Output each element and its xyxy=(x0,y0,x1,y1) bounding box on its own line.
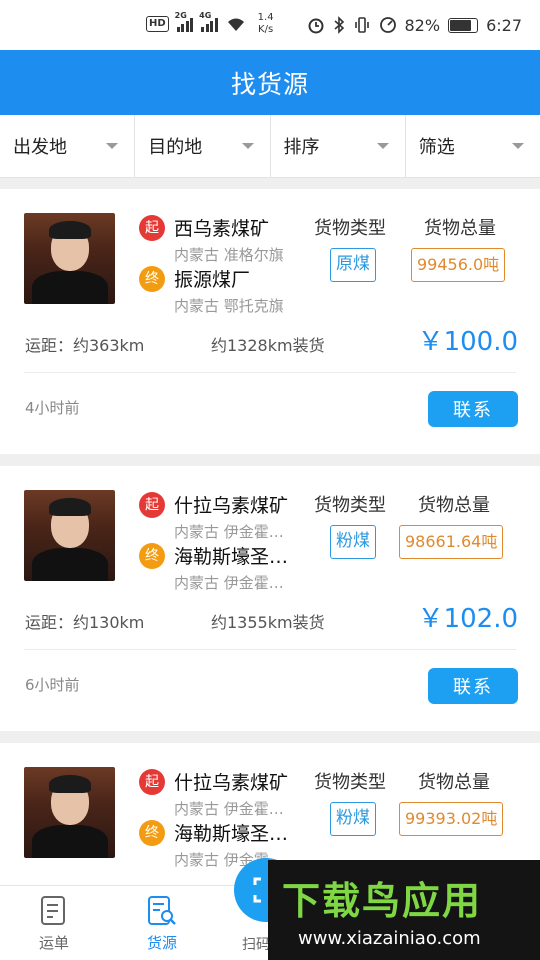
avatar xyxy=(24,213,115,304)
cargo-card[interactable]: 起 西乌素煤矿 内蒙古 准格尔旗 终 振源煤厂 内蒙古 鄂托克旗 货物类型 货物… xyxy=(0,189,540,454)
page-title: 找货源 xyxy=(230,69,309,99)
cargo-card[interactable]: 起 什拉乌素煤矿 内蒙古 伊金霍… 终 海勒斯壕圣… 内蒙古 伊金霍… 货物类型… xyxy=(0,466,540,731)
cargo-type-tag: 粉煤 xyxy=(330,802,376,836)
network-type-label: 2G xyxy=(174,11,187,20)
cargo-type-label: 货物类型 xyxy=(314,772,386,793)
origin-name: 什拉乌素煤矿 xyxy=(174,772,289,794)
waybill-icon xyxy=(41,896,65,925)
cargo-type-label: 货物类型 xyxy=(314,495,386,516)
cargo-type-label: 货物类型 xyxy=(314,218,386,239)
filter-bar: 出发地 目的地 排序 筛选 xyxy=(0,115,540,178)
post-time: 6小时前 xyxy=(25,676,80,694)
filter-destination[interactable]: 目的地 xyxy=(135,115,271,177)
origin-name: 西乌素煤矿 xyxy=(174,218,270,240)
dropdown-arrow-icon xyxy=(512,143,524,149)
nav-label: 货源 xyxy=(146,934,177,952)
dropdown-arrow-icon xyxy=(241,143,254,149)
destination-badge: 终 xyxy=(139,820,165,846)
destination-region: 内蒙古 伊金霍… xyxy=(174,574,284,592)
divider xyxy=(24,649,516,650)
hd-indicator: HD xyxy=(146,16,169,32)
vibrate-icon xyxy=(354,17,369,33)
price: ￥102.0 xyxy=(417,604,518,634)
destination-region: 内蒙古 鄂托克旗 xyxy=(174,297,284,315)
system-indicators: 82% 6:27 xyxy=(307,15,522,35)
cargo-weight-tag: 99456.0吨 xyxy=(411,248,506,282)
cargo-type-tag: 粉煤 xyxy=(330,525,376,559)
load-distance: 约1328km装货 xyxy=(211,336,325,355)
load-distance: 约1355km装货 xyxy=(211,613,325,632)
speedometer-icon xyxy=(379,17,396,33)
status-bar: HD 2G 4G 1.4 K/s 82% 6:27 xyxy=(0,0,540,50)
destination-name: 振源煤厂 xyxy=(174,269,251,291)
speed-value: 1.4 xyxy=(257,12,274,23)
speed-unit: K/s xyxy=(258,24,274,35)
transport-distance: 运距：约363km xyxy=(25,336,145,355)
divider xyxy=(24,372,516,373)
watermark-title: 下载鸟应用 xyxy=(282,879,483,923)
post-time: 4小时前 xyxy=(25,399,80,417)
filter-screen[interactable]: 筛选 xyxy=(406,115,540,177)
wifi-icon xyxy=(227,18,244,31)
cargo-type-tag: 原煤 xyxy=(330,248,376,282)
origin-badge: 起 xyxy=(139,492,165,518)
price: ￥100.0 xyxy=(417,327,518,357)
watermark: 下载鸟应用 www.xiazainiao.com xyxy=(268,860,540,960)
origin-name: 什拉乌素煤矿 xyxy=(174,495,289,517)
battery-percent: 82% xyxy=(404,15,441,35)
battery-icon xyxy=(448,17,479,33)
bluetooth-icon xyxy=(333,16,344,34)
contact-button[interactable]: 联系 xyxy=(428,391,518,427)
dropdown-arrow-icon xyxy=(376,143,389,149)
destination-name: 海勒斯壕圣… xyxy=(174,823,289,845)
cargo-search-icon xyxy=(148,896,176,925)
origin-badge: 起 xyxy=(139,769,165,795)
filter-origin[interactable]: 出发地 xyxy=(0,115,136,177)
avatar xyxy=(24,490,115,581)
filter-sort[interactable]: 排序 xyxy=(271,115,406,177)
origin-badge: 起 xyxy=(139,215,165,241)
transport-distance: 运距：约130km xyxy=(25,613,145,632)
cargo-weight-label: 货物总量 xyxy=(424,218,496,239)
watermark-url: www.xiazainiao.com xyxy=(298,928,481,949)
destination-name: 海勒斯壕圣… xyxy=(174,546,289,568)
cargo-weight-tag: 99393.02吨 xyxy=(399,802,504,836)
filter-label: 出发地 xyxy=(13,137,67,158)
cargo-weight-tag: 98661.64吨 xyxy=(399,525,504,559)
nav-item-waybill[interactable]: 运单 xyxy=(19,894,89,953)
alarm-icon xyxy=(308,18,323,34)
origin-region: 内蒙古 伊金霍… xyxy=(174,523,284,541)
network-indicators: HD 2G 4G 1.4 K/s xyxy=(146,11,274,36)
cargo-weight-label: 货物总量 xyxy=(418,772,490,793)
destination-badge: 终 xyxy=(139,266,165,292)
signal-icon: 4G xyxy=(199,11,218,32)
clock: 6:27 xyxy=(486,15,522,35)
avatar xyxy=(24,767,115,858)
filter-label: 目的地 xyxy=(148,137,203,158)
filter-label: 筛选 xyxy=(418,137,455,158)
contact-button[interactable]: 联系 xyxy=(428,668,518,704)
nav-item-cargo[interactable]: 货源 xyxy=(127,894,197,953)
nav-label: 运单 xyxy=(38,934,69,952)
origin-region: 内蒙古 伊金霍… xyxy=(174,800,284,818)
cargo-weight-label: 货物总量 xyxy=(418,495,490,516)
network-speed: 1.4 K/s xyxy=(258,12,274,36)
origin-region: 内蒙古 准格尔旗 xyxy=(174,246,284,264)
signal-icon: 2G xyxy=(175,11,194,32)
scan-label: 扫码 xyxy=(242,937,270,953)
app-header: 找货源 xyxy=(0,50,540,115)
dropdown-arrow-icon xyxy=(106,143,119,149)
filter-label: 排序 xyxy=(283,137,320,158)
destination-badge: 终 xyxy=(139,543,165,569)
network-type-label: 4G xyxy=(199,11,212,20)
